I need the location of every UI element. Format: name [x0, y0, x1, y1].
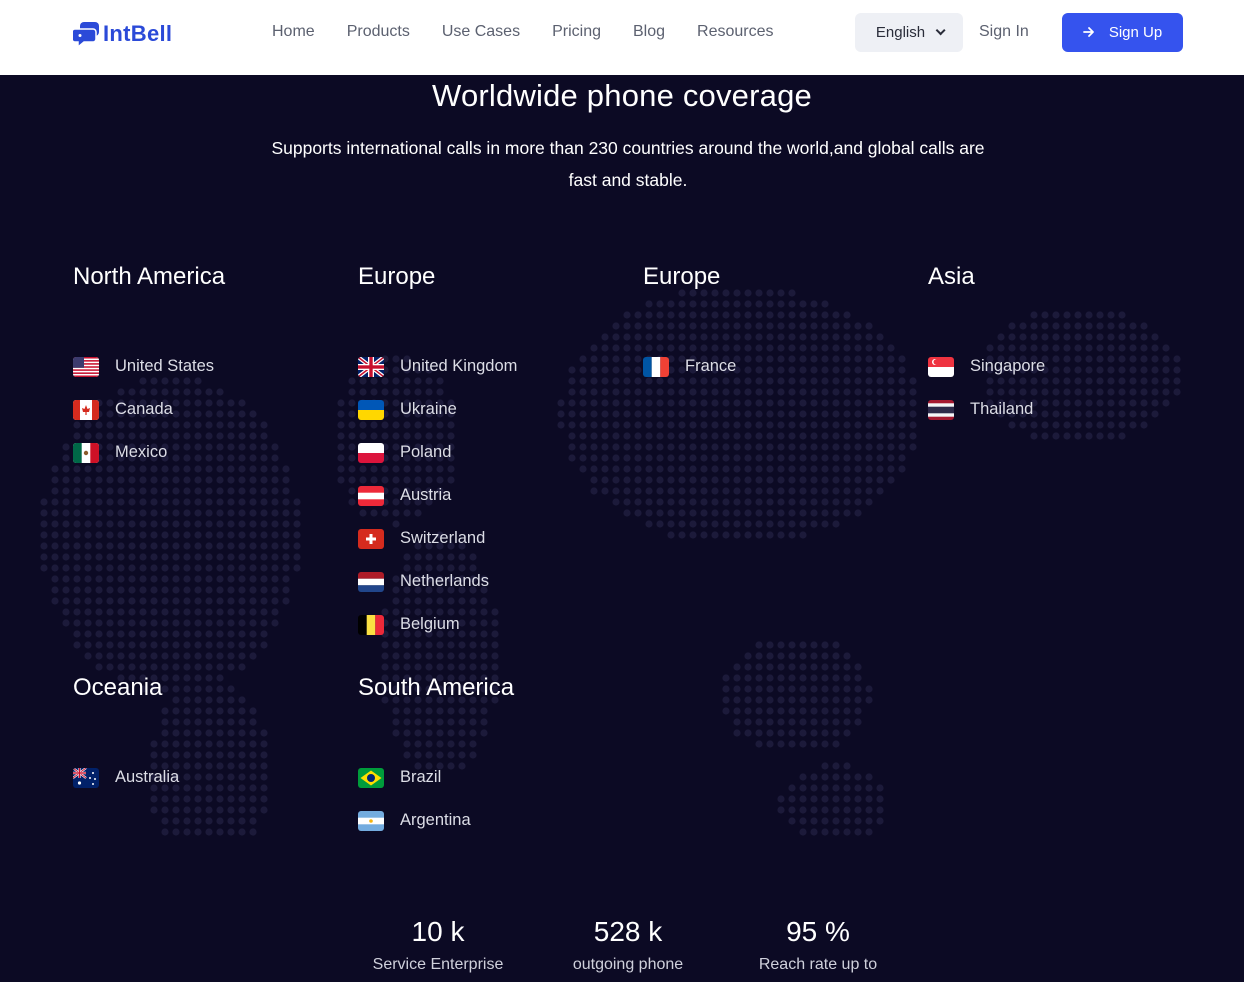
country-item: Switzerland — [358, 517, 618, 560]
country-name: Brazil — [400, 768, 442, 786]
nav-pricing[interactable]: Pricing — [552, 22, 601, 42]
country-item: Argentina — [358, 799, 618, 842]
region-title: Asia — [928, 263, 975, 290]
gb-flag-icon — [358, 356, 384, 377]
country-item: Mexico — [73, 431, 333, 474]
stat-label: Service Enterprise — [372, 956, 504, 973]
stat-service-enterprise: 10 k Service Enterprise — [343, 915, 533, 975]
country-name: Poland — [400, 443, 452, 461]
sign-in-link[interactable]: Sign In — [979, 22, 1029, 42]
country-name: Switzerland — [400, 529, 486, 547]
country-item: Singapore — [928, 345, 1188, 388]
nav-resources[interactable]: Resources — [697, 22, 773, 42]
country-item: Poland — [358, 431, 618, 474]
country-name: Singapore — [970, 357, 1046, 375]
nav-home[interactable]: Home — [272, 22, 315, 42]
main-nav: Home Products Use Cases Pricing Blog Res… — [272, 22, 806, 42]
pl-flag-icon — [358, 442, 384, 463]
at-flag-icon — [358, 485, 384, 506]
th-flag-icon — [928, 399, 954, 420]
country-item: Brazil — [358, 756, 618, 799]
world-map-background — [40, 289, 1181, 836]
country-item: Canada — [73, 388, 333, 431]
stat-label: outgoing phone — [572, 956, 684, 973]
language-selector[interactable]: English — [855, 13, 963, 52]
us-flag-icon — [73, 356, 99, 377]
page-subtitle: Supports international calls in more tha… — [271, 138, 985, 190]
ch-flag-icon — [358, 528, 384, 549]
region-oceania: Oceania Australia — [73, 673, 333, 799]
country-list: United Kingdom Ukraine Poland Austria Switze… — [358, 345, 618, 646]
region-europe: Europe United Kingdom Ukraine Poland Austri… — [358, 262, 618, 646]
nl-flag-icon — [358, 571, 384, 592]
country-item: Netherlands — [358, 560, 618, 603]
region-title: Oceania — [73, 674, 163, 701]
region-europe-2: Europe France — [643, 262, 903, 388]
stat-outgoing-phone: 528 k outgoing phone — [533, 915, 723, 975]
stat-value: 95 % — [786, 916, 850, 947]
country-list: United States Canada Mexico — [73, 345, 333, 474]
be-flag-icon — [358, 614, 384, 635]
brand-name: IntBell — [103, 21, 173, 46]
language-label: English — [875, 24, 926, 41]
country-list: Brazil Argentina — [358, 756, 618, 842]
region-north-america: North America United States Canada Mexico — [73, 262, 333, 474]
arrow-right-icon — [1082, 25, 1095, 41]
chevron-down-icon — [935, 25, 946, 36]
stat-value: 528 k — [593, 916, 663, 947]
nav-blog[interactable]: Blog — [633, 22, 665, 42]
country-name: Belgium — [400, 615, 460, 633]
country-name: Austria — [400, 486, 452, 504]
country-name: Canada — [115, 400, 173, 418]
ua-flag-icon — [358, 399, 384, 420]
nav-use-cases[interactable]: Use Cases — [442, 22, 520, 42]
country-item: United States — [73, 345, 333, 388]
sign-up-button[interactable]: Sign Up — [1062, 13, 1183, 52]
country-name: Argentina — [400, 811, 471, 829]
country-item: Ukraine — [358, 388, 618, 431]
sign-up-label: Sign Up — [1108, 24, 1163, 41]
country-list: Singapore Thailand — [928, 345, 1188, 431]
country-name: France — [685, 357, 737, 375]
country-name: Netherlands — [400, 572, 489, 590]
country-item: France — [643, 345, 903, 388]
region-asia: Asia Singapore Thailand — [928, 262, 1188, 431]
chat-bubble-logo-icon — [71, 20, 101, 49]
country-item: United Kingdom — [358, 345, 618, 388]
region-south-america: South America Brazil Argentina — [358, 673, 618, 842]
country-name: United Kingdom — [400, 357, 518, 375]
region-title: South America — [358, 674, 515, 701]
brand-logo[interactable]: IntBell — [71, 20, 173, 49]
country-name: Thailand — [970, 400, 1034, 418]
country-name: Ukraine — [400, 400, 457, 418]
country-name: Australia — [115, 768, 180, 786]
nav-products[interactable]: Products — [347, 22, 410, 42]
ar-flag-icon — [358, 810, 384, 831]
fr-flag-icon — [643, 356, 669, 377]
country-item: Australia — [73, 756, 333, 799]
country-list: France — [643, 345, 903, 388]
ca-flag-icon — [73, 399, 99, 420]
sg-flag-icon — [928, 356, 954, 377]
region-title: Europe — [643, 263, 721, 290]
country-name: Mexico — [115, 443, 168, 461]
mx-flag-icon — [73, 442, 99, 463]
country-list: Australia — [73, 756, 333, 799]
country-name: United States — [115, 357, 215, 375]
country-item: Belgium — [358, 603, 618, 646]
site-header: IntBell Home Products Use Cases Pricing … — [0, 0, 1244, 75]
country-item: Austria — [358, 474, 618, 517]
au-flag-icon — [73, 767, 99, 788]
region-title: North America — [73, 263, 226, 290]
stat-value: 10 k — [411, 916, 465, 947]
page-title: Worldwide phone coverage — [432, 78, 812, 113]
region-title: Europe — [358, 263, 436, 290]
stat-reach-rate: 95 % Reach rate up to — [723, 915, 913, 975]
stat-label: Reach rate up to — [758, 956, 878, 973]
br-flag-icon — [358, 767, 384, 788]
country-item: Thailand — [928, 388, 1188, 431]
